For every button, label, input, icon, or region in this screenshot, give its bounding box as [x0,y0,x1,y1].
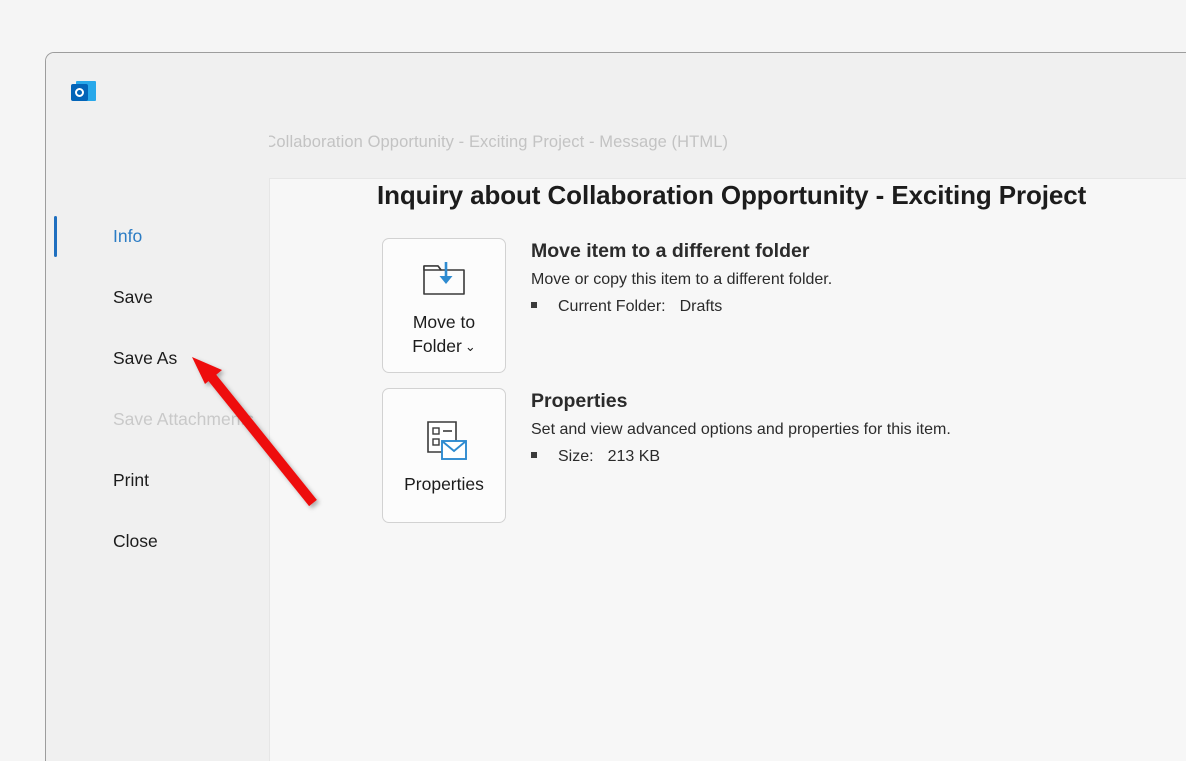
properties-button-label: Properties [404,473,484,494]
sidebar-item-save[interactable]: Save [46,267,269,328]
title-bar [46,53,1186,125]
page-title: Inquiry about Collaboration Opportunity … [377,180,1087,210]
size-value: 213 KB [607,448,661,465]
outlook-icon-front-square [71,84,88,101]
info-content-panel: Inquiry about Collaboration Opportunity … [269,178,1186,761]
chevron-down-icon[interactable]: ⌄ [465,338,476,356]
move-to-folder-button-label: Move to Folder ⌄ [406,311,482,358]
move-to-folder-label-line1: Move to [412,311,476,332]
sidebar-item-info[interactable]: Info [46,206,269,267]
outlook-window: Inquiry about Collaboration Opportunity … [45,52,1186,761]
move-to-folder-description: Move or copy this item to a different fo… [531,271,833,288]
backstage-nav-sidebar: Info Save Save As Save Attachments Print [46,125,269,761]
properties-section: Properties Properties Set and view advan… [382,388,951,523]
outlook-icon-o-glyph [75,88,84,97]
selection-indicator [54,216,57,257]
move-to-folder-text-block: Move item to a different folder Move or … [531,238,832,316]
size-row: Size: 213 KB [531,448,951,466]
current-folder-label: Current Folder: [558,298,666,315]
move-to-folder-section: Move to Folder ⌄ Move item to a different… [382,238,832,373]
sidebar-item-save-as[interactable]: Save As [46,328,269,389]
bullet-square-icon [531,302,537,308]
current-folder-row: Current Folder: Drafts [531,298,832,316]
move-to-folder-label-line2: Folder [412,335,462,356]
sidebar-item-print[interactable]: Print [46,450,269,511]
properties-icon [420,415,468,467]
sidebar-item-label: Info [113,226,143,246]
sidebar-item-close[interactable]: Close [46,511,269,572]
move-to-folder-heading: Move item to a different folder [531,240,810,262]
properties-text-block: Properties Set and view advanced options… [531,388,951,466]
size-label: Size: [558,448,594,465]
bullet-square-icon [531,452,537,458]
properties-button[interactable]: Properties [382,388,506,523]
properties-description: Set and view advanced options and proper… [531,421,951,438]
current-folder-value: Drafts [679,298,723,315]
nav-list: Info Save Save As Save Attachments Print [46,206,269,572]
properties-heading: Properties [531,390,628,412]
sidebar-item-label: Save Attachments [113,409,255,429]
sidebar-item-label: Save As [113,348,178,368]
sidebar-item-label: Save [113,287,153,307]
outlook-icon [71,80,96,105]
move-to-folder-icon [421,253,467,305]
sidebar-item-label: Print [113,470,149,490]
sidebar-item-save-attachments: Save Attachments [46,389,269,450]
backstage-view: Info Save Save As Save Attachments Print [46,125,1186,761]
move-to-folder-button[interactable]: Move to Folder ⌄ [382,238,506,373]
sidebar-item-label: Close [113,531,158,551]
